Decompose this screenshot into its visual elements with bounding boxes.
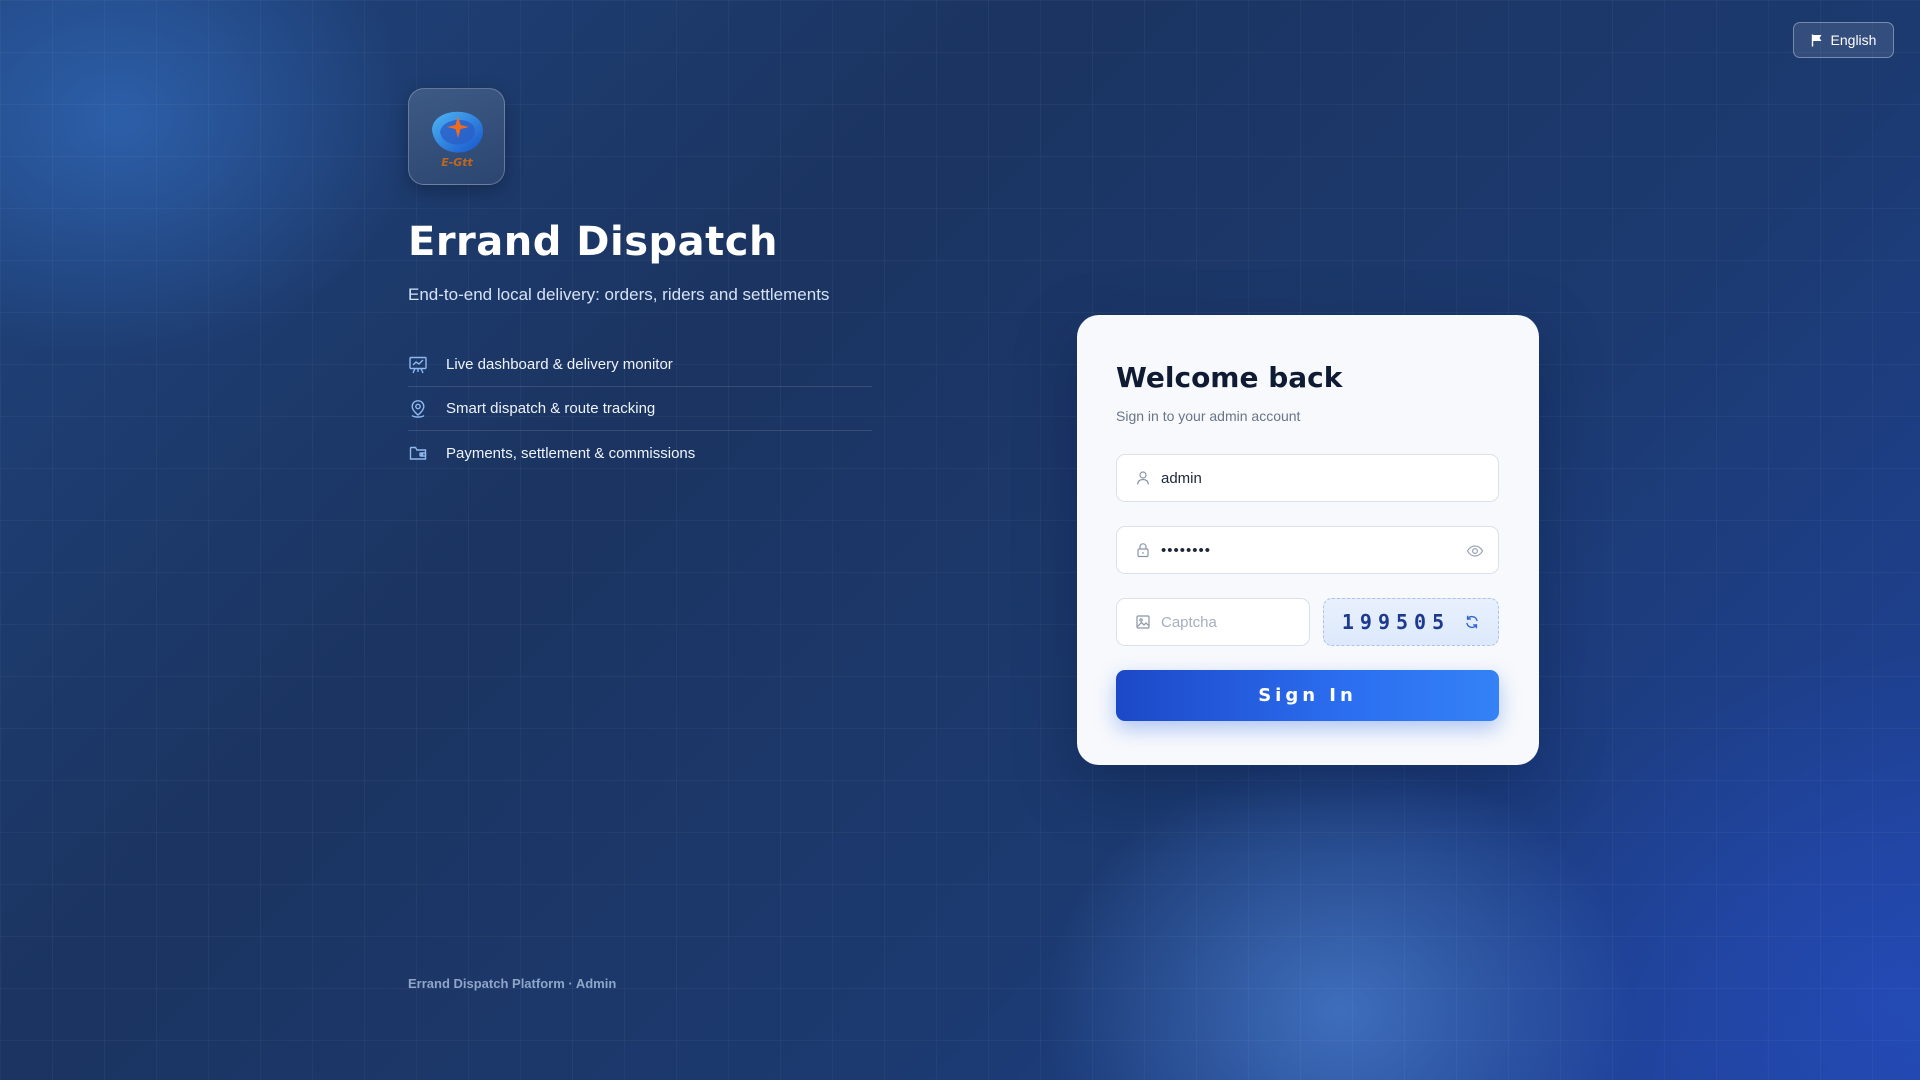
flag-icon bbox=[1811, 34, 1822, 46]
login-title: Welcome back bbox=[1116, 361, 1343, 394]
captcha-code: 199505 bbox=[1341, 610, 1451, 634]
password-field bbox=[1116, 526, 1499, 574]
wallet-icon bbox=[409, 446, 427, 460]
user-icon bbox=[1136, 471, 1150, 485]
feature-item-dashboard: Live dashboard & delivery monitor bbox=[408, 343, 872, 387]
image-icon bbox=[1136, 615, 1150, 629]
captcha-row: 199505 bbox=[1116, 598, 1499, 646]
feature-label: Live dashboard & delivery monitor bbox=[446, 356, 673, 373]
username-input[interactable] bbox=[1161, 469, 1498, 487]
captcha-image[interactable]: 199505 bbox=[1323, 598, 1499, 646]
feature-label: Payments, settlement & commissions bbox=[446, 444, 696, 462]
app-logo: E-Gtt bbox=[408, 88, 505, 185]
lock-icon bbox=[1137, 543, 1149, 558]
feature-item-dispatch: Smart dispatch & route tracking bbox=[408, 387, 872, 431]
feature-list: Live dashboard & delivery monitor Smart … bbox=[408, 343, 872, 475]
username-field bbox=[1116, 454, 1499, 502]
feature-label: Smart dispatch & route tracking bbox=[446, 400, 656, 417]
location-pin-icon bbox=[411, 399, 425, 418]
login-subtitle: Sign in to your admin account bbox=[1116, 408, 1301, 424]
footer-text: Errand Dispatch Platform · Admin bbox=[408, 976, 617, 991]
background-grid bbox=[0, 0, 1920, 1080]
captcha-field bbox=[1116, 598, 1310, 646]
svg-text:E-Gtt: E-Gtt bbox=[441, 156, 473, 169]
app-title: Errand Dispatch bbox=[408, 219, 778, 265]
logo-icon: E-Gtt bbox=[431, 111, 483, 169]
brand-panel: E-Gtt Errand Dispatch End-to-end local d… bbox=[408, 88, 878, 475]
login-card: Welcome back Sign in to your admin accou… bbox=[1077, 315, 1539, 765]
eye-icon[interactable] bbox=[1466, 542, 1484, 560]
feature-item-payments: Payments, settlement & commissions bbox=[408, 431, 872, 475]
refresh-icon[interactable] bbox=[1464, 614, 1480, 630]
language-label: English bbox=[1830, 32, 1877, 48]
language-button[interactable]: English bbox=[1793, 22, 1894, 58]
chart-board-icon bbox=[409, 356, 427, 373]
captcha-input[interactable] bbox=[1161, 613, 1309, 631]
password-input[interactable] bbox=[1161, 541, 1454, 559]
sign-in-button[interactable]: Sign In bbox=[1116, 670, 1499, 721]
app-subtitle: End-to-end local delivery: orders, rider… bbox=[408, 285, 830, 304]
